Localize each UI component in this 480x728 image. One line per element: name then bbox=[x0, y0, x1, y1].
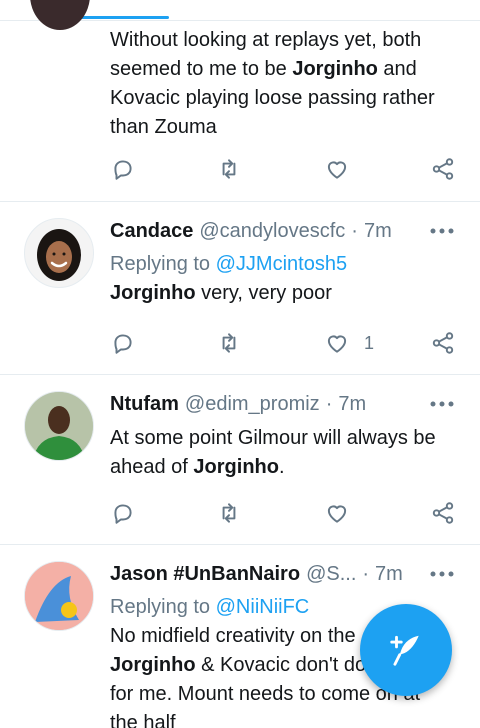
reply-button[interactable] bbox=[110, 326, 136, 360]
more-options-icon bbox=[430, 401, 454, 407]
user-handle[interactable]: @edim_promiz bbox=[185, 393, 320, 416]
tweet-text: Jorginho very, very poor bbox=[110, 282, 332, 304]
more-options-icon bbox=[430, 571, 454, 577]
mention-link[interactable]: @JJMcintosh5 bbox=[216, 253, 347, 275]
retweet-icon bbox=[222, 159, 236, 179]
compose-tweet-button[interactable] bbox=[360, 604, 452, 696]
tweet-actions bbox=[110, 496, 456, 530]
compose-tweet-icon bbox=[390, 635, 419, 666]
heart-icon bbox=[327, 161, 347, 179]
retweet-icon bbox=[222, 333, 236, 353]
heart-icon bbox=[327, 335, 347, 353]
tweet[interactable]: Ntufam @edim_promiz · 7m At some point G… bbox=[0, 374, 480, 545]
separator-dot: · bbox=[351, 219, 358, 242]
avatar[interactable] bbox=[24, 218, 94, 288]
tweet-actions bbox=[110, 152, 456, 186]
mention-link[interactable]: @NiiNiiFC bbox=[216, 596, 310, 618]
timestamp[interactable]: 7m bbox=[338, 393, 366, 416]
like-button[interactable]: 1 bbox=[324, 326, 374, 360]
share-icon bbox=[432, 158, 454, 180]
timestamp[interactable]: 7m bbox=[364, 220, 392, 243]
more-options-button[interactable] bbox=[428, 560, 456, 588]
reply-icon bbox=[114, 334, 132, 354]
like-button[interactable] bbox=[324, 496, 350, 530]
share-icon bbox=[432, 332, 454, 354]
separator-dot: · bbox=[362, 562, 370, 585]
user-name[interactable]: Jason #UnBanNairo bbox=[110, 563, 300, 586]
like-button[interactable] bbox=[324, 152, 350, 186]
tweet-actions: 1 bbox=[110, 326, 456, 360]
timestamp[interactable]: 7m bbox=[375, 563, 403, 586]
user-handle[interactable]: @candylovescfc bbox=[199, 220, 345, 243]
like-count: 1 bbox=[364, 332, 375, 353]
separator-dot: · bbox=[325, 392, 333, 415]
reply-icon bbox=[114, 504, 132, 524]
reply-button[interactable] bbox=[110, 496, 136, 530]
share-button[interactable] bbox=[430, 326, 456, 360]
user-name[interactable]: Ntufam bbox=[110, 393, 179, 416]
more-options-button[interactable] bbox=[428, 390, 456, 418]
more-options-icon bbox=[430, 228, 454, 234]
retweet-icon bbox=[222, 503, 236, 523]
tweet-text: At some point Gilmour will always be ahe… bbox=[110, 427, 436, 478]
tweet[interactable]: Without looking at replays yet, both see… bbox=[0, 20, 480, 202]
share-button[interactable] bbox=[430, 152, 456, 186]
reply-button[interactable] bbox=[110, 152, 136, 186]
active-tab-indicator bbox=[72, 16, 169, 19]
avatar[interactable] bbox=[24, 391, 94, 461]
tweet-header: Jason #UnBanNairo @S... · 7m bbox=[110, 560, 456, 588]
share-icon bbox=[432, 502, 454, 524]
reply-icon bbox=[114, 160, 132, 180]
avatar[interactable] bbox=[24, 561, 94, 631]
share-button[interactable] bbox=[430, 496, 456, 530]
retweet-button[interactable] bbox=[215, 496, 243, 530]
user-name[interactable]: Candace bbox=[110, 220, 193, 243]
tweet[interactable]: Candace @candylovescfc · 7m Replying to … bbox=[0, 201, 480, 375]
retweet-button[interactable] bbox=[215, 152, 243, 186]
user-handle[interactable]: @S... bbox=[306, 563, 356, 586]
replying-to: Replying to @JJMcintosh5 bbox=[110, 253, 348, 275]
tweet-header: Ntufam @edim_promiz · 7m bbox=[110, 390, 456, 418]
tweet-header: Candace @candylovescfc · 7m bbox=[110, 217, 456, 245]
heart-icon bbox=[327, 505, 347, 523]
more-options-button[interactable] bbox=[428, 217, 456, 245]
retweet-button[interactable] bbox=[215, 326, 243, 360]
tweet-text: Without looking at replays yet, both see… bbox=[110, 29, 435, 138]
